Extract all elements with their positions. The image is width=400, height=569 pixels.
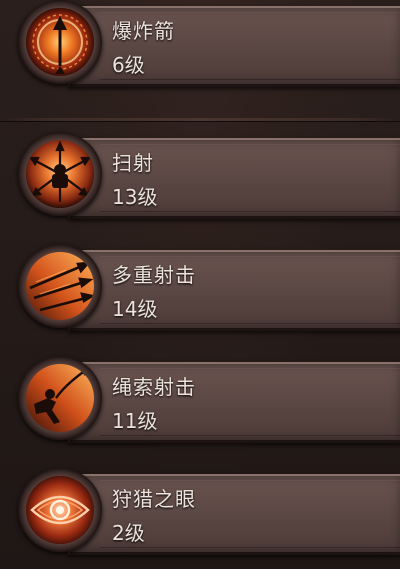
skill-row-rope-shot[interactable]: 绳索射击 11级: [0, 356, 400, 448]
multishot-icon: [26, 252, 94, 320]
skill-row-explosive-arrow[interactable]: 爆炸箭 6级: [0, 0, 400, 92]
rope-shot-icon: [26, 364, 94, 432]
strafe-icon: [26, 140, 94, 208]
skill-icon-frame: [18, 356, 102, 440]
skill-row-multishot[interactable]: 多重射击 14级: [0, 244, 400, 336]
skill-level: 6级: [112, 53, 145, 77]
skill-row-hunters-eye[interactable]: 狩猎之眼 2级: [0, 468, 400, 560]
skill-level: 2级: [112, 521, 145, 545]
explosive-arrow-icon: [26, 8, 94, 76]
skill-icon-frame: [18, 244, 102, 328]
skill-list-screen: 爆炸箭 6级 扫射 13级 多重射击 14级 绳索射击 11级 狩猎之眼 2级: [0, 0, 400, 569]
skill-level: 14级: [112, 297, 158, 321]
hunters-eye-icon: [26, 476, 94, 544]
skill-icon-frame: [18, 468, 102, 552]
skill-level: 13级: [112, 185, 158, 209]
skill-icon-frame: [18, 132, 102, 216]
section-divider: [0, 118, 400, 121]
skill-name: 狩猎之眼: [112, 487, 196, 511]
skill-name: 扫射: [112, 151, 154, 175]
skill-name: 爆炸箭: [112, 19, 175, 43]
skill-row-strafe[interactable]: 扫射 13级: [0, 132, 400, 224]
skill-level: 11级: [112, 409, 158, 433]
skill-icon-frame: [18, 0, 102, 84]
skill-name: 多重射击: [112, 263, 196, 287]
skill-name: 绳索射击: [112, 375, 196, 399]
